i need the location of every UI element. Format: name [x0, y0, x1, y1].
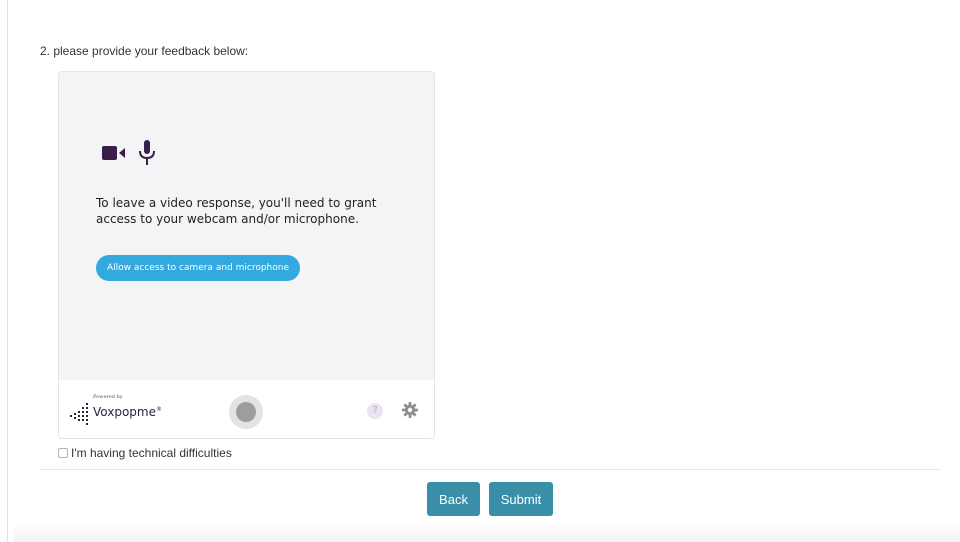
video-recorder-widget: To leave a video response, you'll need t…: [58, 71, 435, 439]
gear-icon[interactable]: [402, 402, 418, 418]
brand-name: Voxpopme®: [93, 405, 162, 419]
question-label: 2. please provide your feedback below:: [40, 44, 249, 58]
recorder-body: To leave a video response, you'll need t…: [59, 72, 434, 380]
record-button[interactable]: [229, 395, 263, 429]
brand-name-text: Voxpopme: [93, 405, 156, 419]
video-camera-icon: [102, 146, 125, 160]
technical-difficulties-row: I'm having technical difficulties: [58, 446, 232, 460]
voxpopme-logo-icon: [70, 403, 88, 425]
voxpopme-brand: Powered by Voxpopme®: [70, 394, 170, 428]
recorder-footer: Powered by Voxpopme® ?: [59, 380, 434, 438]
allow-access-button[interactable]: Allow access to camera and microphone: [96, 255, 300, 281]
powered-by-label: Powered by: [93, 394, 123, 400]
left-border-line: [7, 0, 8, 542]
brand-trademark: ®: [156, 406, 162, 413]
back-button[interactable]: Back: [427, 482, 480, 516]
technical-difficulties-checkbox[interactable]: [58, 448, 68, 458]
access-message: To leave a video response, you'll need t…: [96, 196, 377, 226]
footer-divider: [40, 469, 941, 470]
survey-page: 2. please provide your feedback below: T…: [0, 0, 960, 542]
bottom-shadow: [14, 522, 960, 542]
submit-button[interactable]: Submit: [489, 482, 553, 516]
media-icons: [102, 140, 162, 166]
record-button-inner: [236, 402, 256, 422]
technical-difficulties-label[interactable]: I'm having technical difficulties: [71, 446, 232, 460]
microphone-icon: [139, 140, 155, 165]
help-icon[interactable]: ?: [367, 403, 383, 419]
